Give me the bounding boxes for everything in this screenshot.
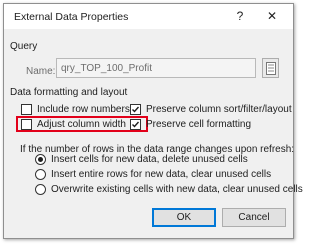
title-bar: External Data Properties ? ✕ (4, 4, 293, 29)
properties-icon (266, 62, 276, 75)
close-button[interactable]: ✕ (263, 8, 281, 24)
preserve-cell-formatting-label: Preserve cell formatting (146, 119, 252, 130)
query-section-label: Query (10, 41, 38, 52)
preserve-column-sort-label: Preserve column sort/filter/layout (146, 104, 292, 115)
insert-rows-label: Insert entire rows for new data, clear u… (51, 169, 272, 180)
adjust-column-width-checkbox[interactable] (21, 119, 32, 130)
preserve-column-sort-checkbox[interactable] (130, 104, 141, 115)
query-name-field[interactable] (56, 58, 256, 78)
cancel-button[interactable]: Cancel (222, 208, 286, 227)
checkmark-icon (132, 121, 140, 128)
insert-cells-radio[interactable] (35, 154, 46, 165)
dialog-title: External Data Properties (14, 11, 129, 23)
query-properties-button[interactable] (262, 58, 279, 78)
formatting-section-label: Data formatting and layout (10, 87, 128, 98)
ok-button[interactable]: OK (152, 208, 216, 227)
include-row-numbers-checkbox[interactable] (21, 104, 32, 115)
preserve-cell-formatting-checkbox[interactable] (130, 119, 141, 130)
adjust-column-width-label: Adjust column width (37, 119, 126, 130)
insert-rows-radio[interactable] (35, 169, 46, 180)
overwrite-cells-radio[interactable] (35, 184, 46, 195)
name-label: Name: (26, 66, 56, 77)
help-button[interactable]: ? (231, 8, 249, 24)
checkmark-icon (132, 106, 140, 113)
overwrite-cells-label: Overwrite existing cells with new data, … (51, 184, 303, 195)
insert-cells-label: Insert cells for new data, delete unused… (51, 154, 248, 165)
include-row-numbers-label: Include row numbers (37, 104, 130, 115)
